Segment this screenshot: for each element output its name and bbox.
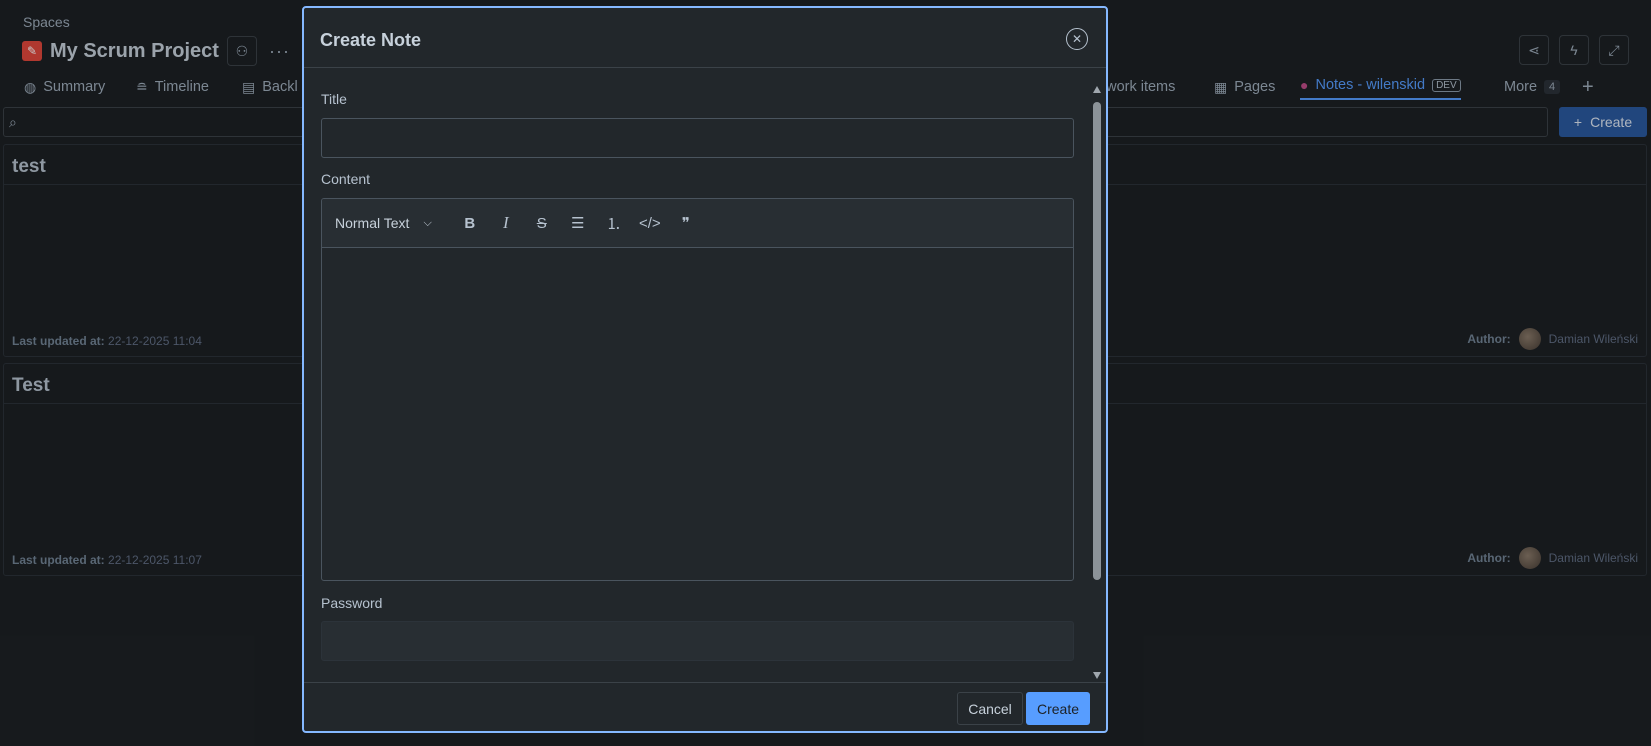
title-input[interactable]	[321, 118, 1074, 158]
bullet-list-button[interactable]: ☰	[560, 214, 596, 232]
dialog-scrollbar[interactable]	[1091, 86, 1103, 679]
code-icon: </>	[638, 214, 661, 232]
editor-toolbar: Normal Text ⌵ B I S ☰ ⒈ </> ❞	[322, 199, 1073, 248]
italic-icon: I	[502, 213, 509, 232]
cancel-button[interactable]: Cancel	[957, 692, 1023, 725]
scrollbar-thumb[interactable]	[1093, 102, 1101, 580]
dialog-body: Title Content Normal Text ⌵ B I S ☰ ⒈ </…	[304, 68, 1106, 679]
text-style-dropdown[interactable]: Normal Text ⌵	[335, 215, 432, 231]
numbered-list-button[interactable]: ⒈	[596, 213, 632, 234]
chevron-down-icon: ⌵	[423, 216, 432, 229]
code-button[interactable]: </>	[632, 215, 668, 232]
bold-button[interactable]: B	[452, 215, 488, 232]
close-button[interactable]: ✕	[1066, 28, 1088, 50]
dialog-footer: Cancel Create	[304, 682, 1106, 731]
dialog-header: Create Note ✕	[304, 8, 1106, 68]
bullet-list-icon: ☰	[571, 215, 585, 232]
italic-button[interactable]: I	[488, 213, 524, 233]
bold-icon: B	[464, 214, 476, 232]
password-label: Password	[321, 595, 383, 611]
text-style-value: Normal Text	[335, 215, 410, 231]
strikethrough-icon: S	[536, 214, 547, 232]
editor-content-area[interactable]	[322, 248, 1073, 580]
strikethrough-button[interactable]: S	[524, 215, 560, 232]
quote-icon: ❞	[681, 215, 690, 232]
dialog-title: Create Note	[320, 30, 422, 50]
content-label: Content	[321, 171, 371, 187]
scroll-down-icon[interactable]	[1093, 672, 1101, 679]
close-icon: ✕	[1071, 32, 1083, 46]
create-note-dialog: Create Note ✕ Title Content Normal Text …	[302, 6, 1108, 733]
password-input[interactable]	[321, 621, 1074, 661]
scroll-up-icon[interactable]	[1093, 86, 1101, 93]
title-label: Title	[321, 91, 347, 107]
content-editor: Normal Text ⌵ B I S ☰ ⒈ </> ❞	[321, 198, 1074, 581]
numbered-list-icon: ⒈	[606, 215, 622, 233]
create-button[interactable]: Create	[1026, 692, 1090, 725]
quote-button[interactable]: ❞	[668, 214, 704, 232]
